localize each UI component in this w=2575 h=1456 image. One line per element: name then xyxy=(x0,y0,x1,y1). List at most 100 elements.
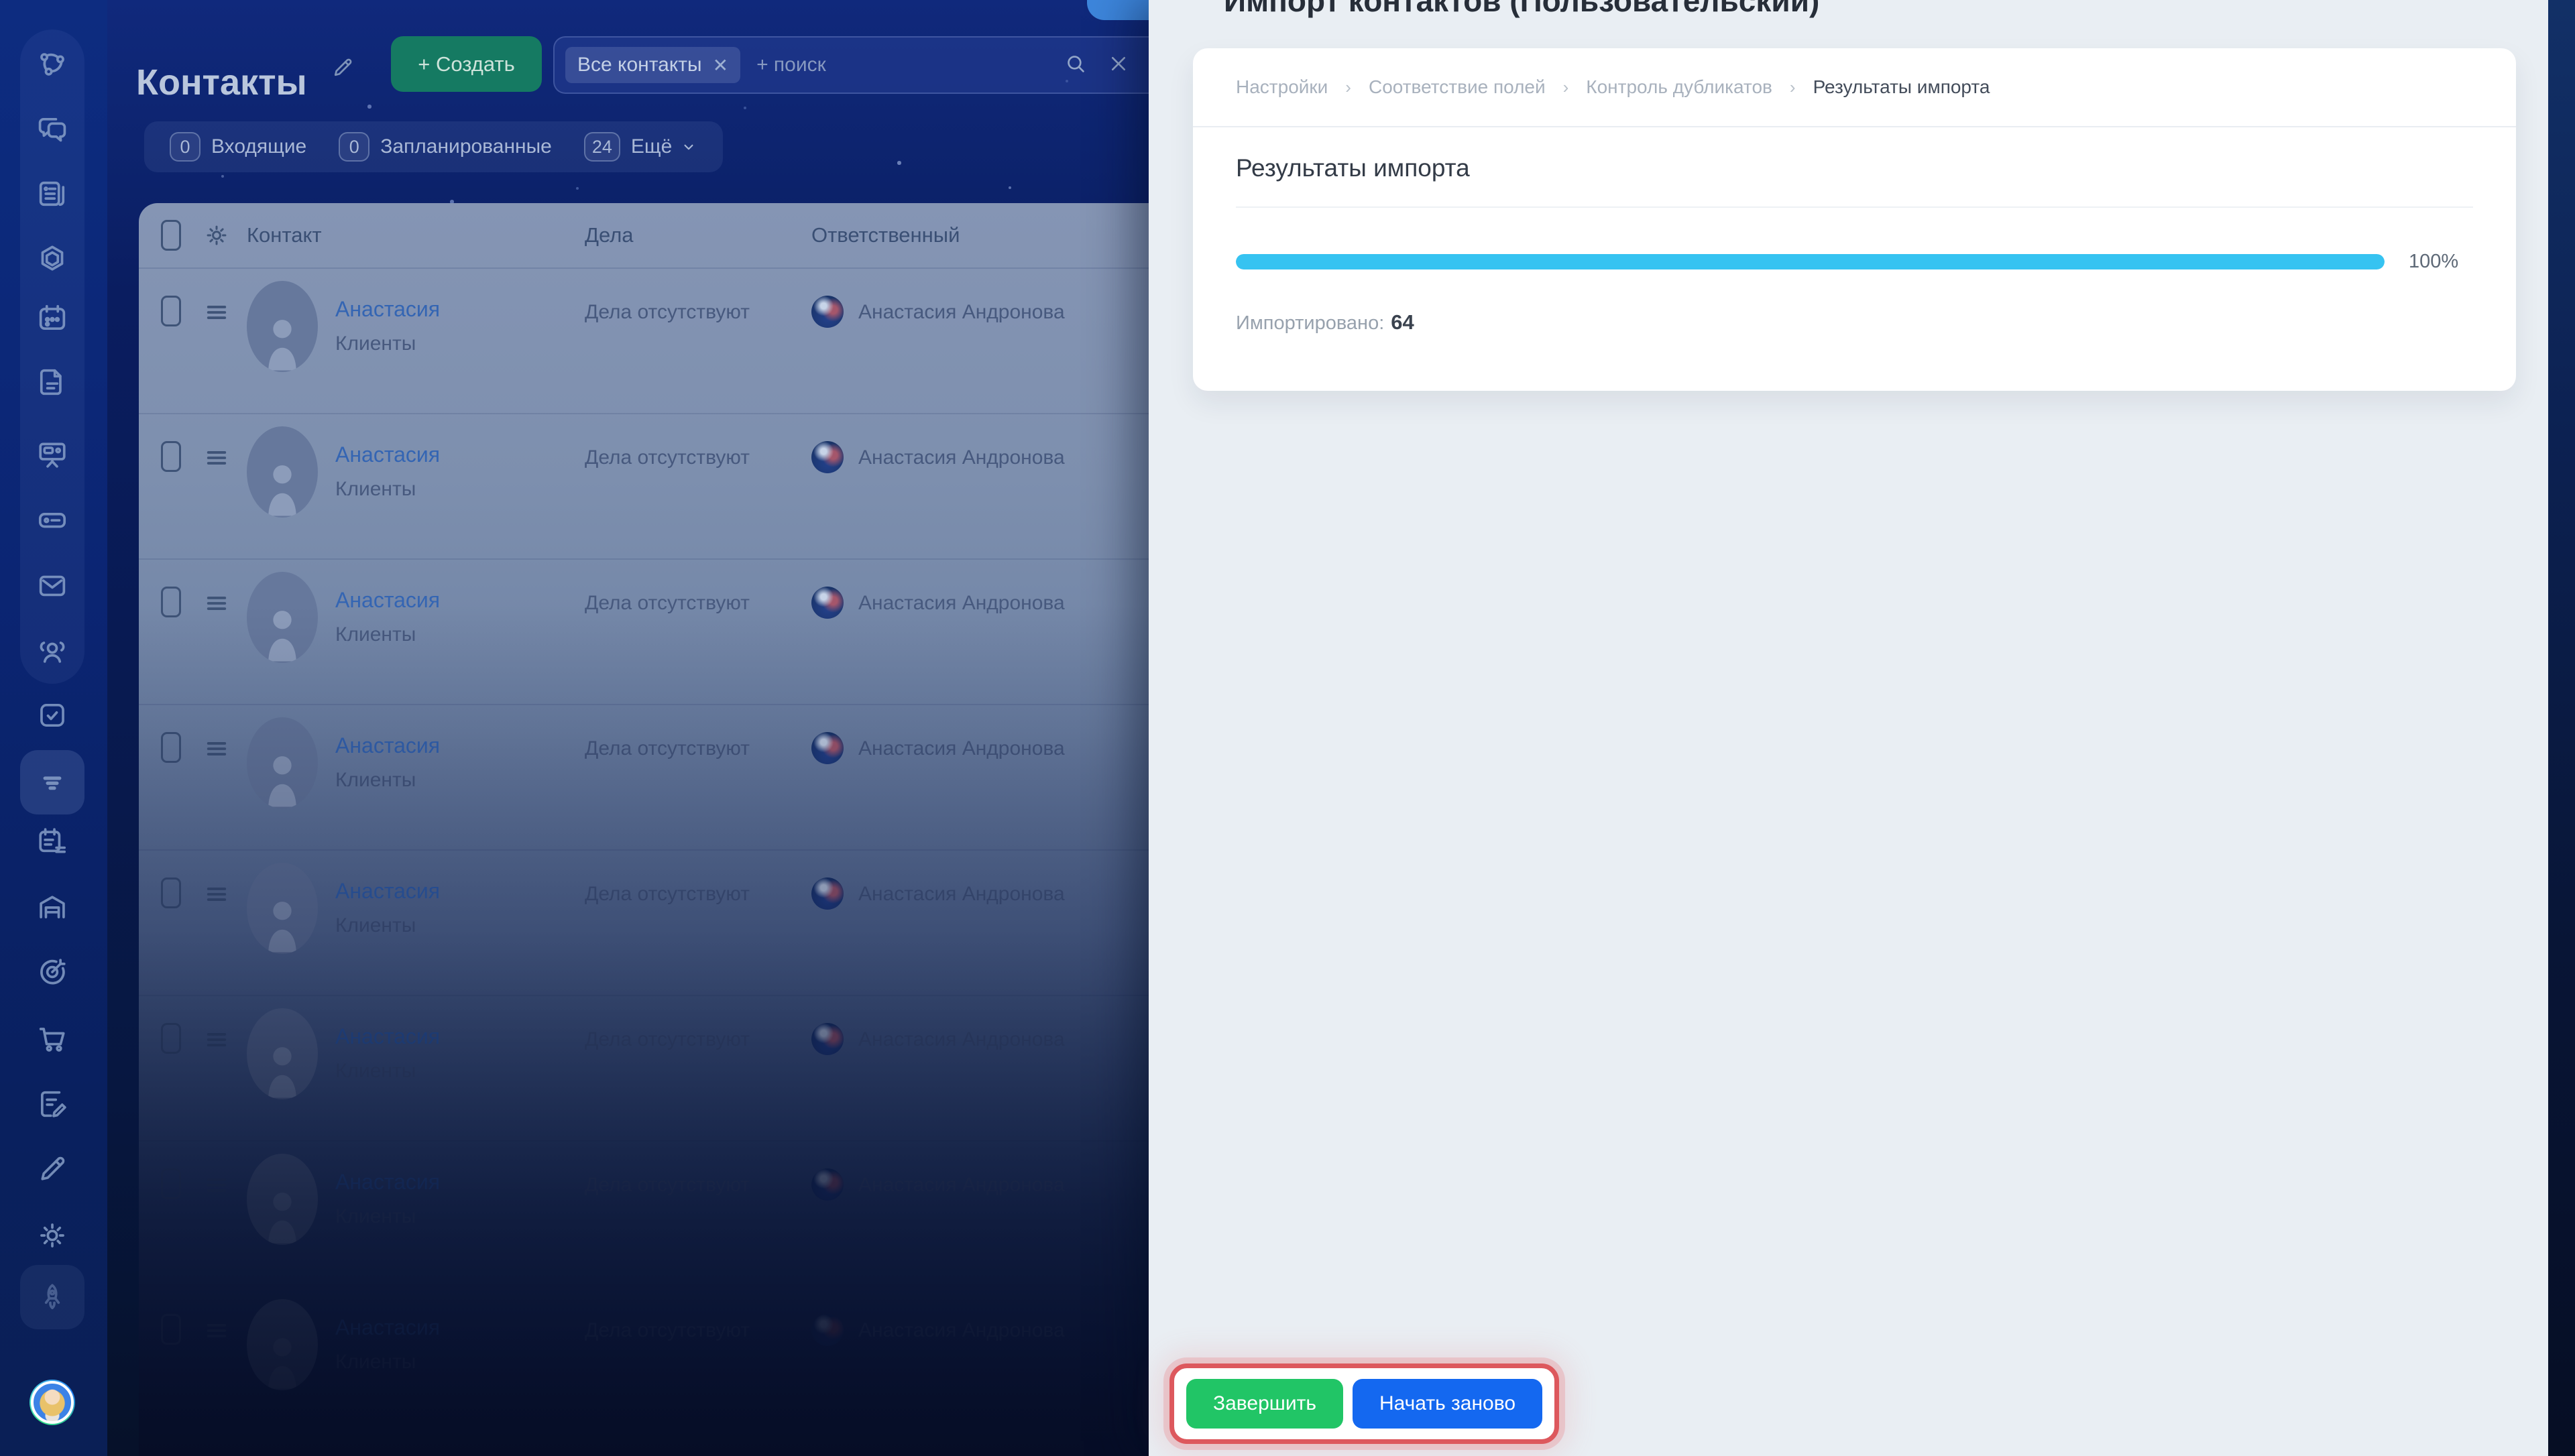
column-header-tasks[interactable]: Дела xyxy=(585,223,811,247)
responsible-avatar xyxy=(811,877,844,910)
sidebar-item-news-feed-icon[interactable] xyxy=(35,176,70,211)
tasks-status: Дела отсутствуют xyxy=(585,446,811,469)
contact-name-link[interactable]: Анастасия xyxy=(335,1315,440,1340)
sidebar-item-tasks-check-icon[interactable] xyxy=(35,698,70,733)
breadcrumb-step-3[interactable]: Контроль дубликатов xyxy=(1586,76,1772,98)
select-all-checkbox[interactable] xyxy=(161,220,181,251)
contact-name-link[interactable]: Анастасия xyxy=(335,879,440,904)
table-row[interactable]: Анастасия Клиенты Дела отсутствуют Анаст… xyxy=(139,851,1149,996)
row-checkbox[interactable] xyxy=(161,1168,181,1199)
restart-button[interactable]: Начать заново xyxy=(1353,1379,1542,1429)
table-row[interactable]: Анастасия Клиенты Дела отсутствуют Анаст… xyxy=(139,560,1149,705)
table-row[interactable]: Анастасия Клиенты Дела отсутствуют Анаст… xyxy=(139,1287,1149,1433)
row-checkbox[interactable] xyxy=(161,587,181,617)
sidebar-item-presentation-board-icon[interactable] xyxy=(35,437,70,472)
contact-group-label: Клиенты xyxy=(335,1205,440,1228)
responsible-avatar xyxy=(811,441,844,473)
row-checkbox[interactable] xyxy=(161,296,181,326)
sidebar-item-warehouse-icon[interactable] xyxy=(35,890,70,924)
table-row[interactable]: Анастасия Клиенты Дела отсутствуют Анаст… xyxy=(139,705,1149,851)
sidebar-item-team-users-icon[interactable] xyxy=(35,635,70,670)
imported-value: 64 xyxy=(1391,310,1414,334)
drag-handle-icon[interactable] xyxy=(203,589,231,617)
table-row[interactable]: Анастасия Клиенты Дела отсутствуют Анаст… xyxy=(139,996,1149,1142)
imported-label: Импортировано: xyxy=(1236,312,1384,334)
tasks-status: Дела отсутствуют xyxy=(585,1319,811,1342)
tab-входящие[interactable]: 0 Входящие xyxy=(170,132,306,162)
contact-group-label: Клиенты xyxy=(335,623,440,646)
results-heading: Результаты импорта xyxy=(1236,154,2473,182)
sidebar-item-calendar-icon[interactable] xyxy=(35,301,70,336)
user-avatar[interactable] xyxy=(30,1380,75,1425)
search-bar[interactable]: Все контакты ✕ + поиск xyxy=(553,36,1149,94)
column-header-responsible[interactable]: Ответственный xyxy=(811,223,1149,247)
responsible-name: Анастасия Андронова xyxy=(858,446,1065,473)
sidebar-item-filter-lists-icon[interactable] xyxy=(35,765,70,800)
edit-title-pencil-icon[interactable] xyxy=(330,55,355,80)
drag-handle-icon[interactable] xyxy=(203,444,231,472)
sidebar-item-mail-icon[interactable] xyxy=(35,568,70,603)
search-placeholder: + поиск xyxy=(756,54,826,76)
divider xyxy=(1236,206,2473,208)
breadcrumb-separator: › xyxy=(1345,77,1351,98)
responsible-name: Анастасия Андронова xyxy=(858,737,1065,764)
search-clear-icon[interactable] xyxy=(1106,51,1131,80)
row-checkbox[interactable] xyxy=(161,1314,181,1345)
modal-footer-highlighted: Завершить Начать заново xyxy=(1169,1363,1559,1444)
tab-count-badge: 0 xyxy=(170,132,201,162)
contact-avatar-placeholder xyxy=(247,717,318,808)
sidebar-item-settings-gear-icon[interactable] xyxy=(35,1218,70,1253)
table-row[interactable]: Анастасия Клиенты Дела отсутствуют Анаст… xyxy=(139,414,1149,560)
contact-avatar-placeholder xyxy=(247,863,318,954)
sidebar-item-document-edit-icon[interactable] xyxy=(35,1087,70,1121)
contact-name-link[interactable]: Анастасия xyxy=(335,1024,440,1049)
import-modal: Импорт контактов (Пользовательский) Наст… xyxy=(1149,0,2548,1456)
row-checkbox[interactable] xyxy=(161,732,181,763)
sidebar-item-chats-icon[interactable] xyxy=(35,112,70,147)
contact-name-link[interactable]: Анастасия xyxy=(335,733,440,758)
sidebar-item-share-network-icon[interactable] xyxy=(35,47,70,82)
tasks-status: Дела отсутствуют xyxy=(585,592,811,615)
tab-запланированные[interactable]: 0Запланированные xyxy=(339,132,552,162)
chip-close-icon[interactable]: ✕ xyxy=(713,54,728,76)
drag-handle-icon[interactable] xyxy=(203,1171,231,1199)
filter-chip-all-contacts[interactable]: Все контакты ✕ xyxy=(565,47,740,83)
row-checkbox[interactable] xyxy=(161,441,181,472)
drag-handle-icon[interactable] xyxy=(203,298,231,326)
contact-name-link[interactable]: Анастасия xyxy=(335,588,440,613)
sidebar-item-pencil-edit-icon[interactable] xyxy=(35,1152,70,1187)
contact-name-link[interactable]: Анастасия xyxy=(335,297,440,322)
search-icon[interactable] xyxy=(1063,51,1088,80)
row-checkbox[interactable] xyxy=(161,877,181,908)
sidebar-item-documents-icon[interactable] xyxy=(35,365,70,400)
contact-name-link[interactable]: Анастасия xyxy=(335,442,440,467)
drag-handle-icon[interactable] xyxy=(203,880,231,908)
tab-label: Входящие xyxy=(211,135,306,158)
responsible-name: Анастасия Андронова xyxy=(858,1319,1065,1346)
tab-ещё[interactable]: 24Ещё xyxy=(584,132,697,162)
table-row[interactable]: Анастасия Клиенты Дела отсутствуют Анаст… xyxy=(139,1142,1149,1287)
sidebar-item-calendar-tasks-icon[interactable] xyxy=(35,824,70,859)
sidebar-item-shopping-cart-icon[interactable] xyxy=(35,1020,70,1055)
contact-name-link[interactable]: Анастасия xyxy=(335,1170,440,1195)
task-filter-tabs: 0 Входящие 0Запланированные 24Ещё xyxy=(144,121,723,172)
table-row[interactable]: Анастасия Клиенты Дела отсутствуют Анаст… xyxy=(139,269,1149,414)
sidebar-item-goal-target-icon[interactable] xyxy=(35,955,70,989)
drag-handle-icon[interactable] xyxy=(203,1026,231,1054)
breadcrumb-step-2[interactable]: Соответствие полей xyxy=(1369,76,1546,98)
breadcrumb-step-1[interactable]: Настройки xyxy=(1236,76,1328,98)
finish-button[interactable]: Завершить xyxy=(1186,1379,1343,1429)
sidebar-item-hexagon-deals-icon[interactable] xyxy=(35,242,70,277)
tasks-status: Дела отсутствуют xyxy=(585,1174,811,1197)
table-settings-gear-icon[interactable] xyxy=(203,221,231,249)
sidebar-item-storage-box-icon[interactable] xyxy=(35,503,70,538)
import-progress-fill xyxy=(1236,254,2385,269)
app-screen: Контакты + Создать Все контакты ✕ + поис… xyxy=(0,0,2575,1456)
drag-handle-icon[interactable] xyxy=(203,735,231,763)
row-checkbox[interactable] xyxy=(161,1023,181,1054)
drag-handle-icon[interactable] xyxy=(203,1317,231,1345)
sidebar-item-rocket-icon[interactable] xyxy=(35,1280,70,1315)
tab-count-badge: 24 xyxy=(584,132,620,162)
column-header-contact[interactable]: Контакт xyxy=(247,223,585,247)
create-button[interactable]: + Создать xyxy=(391,36,542,92)
